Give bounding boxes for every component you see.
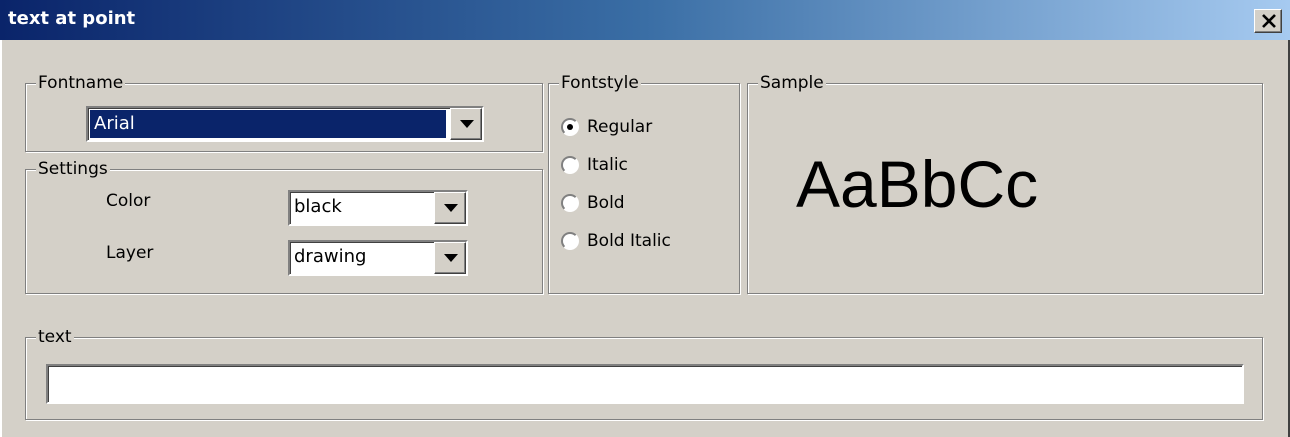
window-title: text at point	[8, 8, 136, 29]
settings-legend: Settings	[36, 158, 110, 180]
radio-label-italic: Italic	[587, 155, 628, 175]
fontname-select[interactable]: Arial	[86, 106, 484, 142]
color-dropdown-button[interactable]	[434, 192, 466, 224]
layer-dropdown-button[interactable]	[434, 242, 466, 274]
sample-legend: Sample	[758, 72, 826, 94]
fontname-legend: Fontname	[36, 72, 126, 94]
fontstyle-group: Fontstyle Regular Italic Bold Bold Itali…	[548, 72, 740, 294]
title-bar: text at point	[0, 0, 1290, 40]
dialog-body: Fontname Arial Settings Color black Laye…	[0, 40, 1290, 437]
fontstyle-legend: Fontstyle	[559, 72, 641, 94]
text-legend: text	[36, 326, 74, 348]
radio-label-regular: Regular	[587, 117, 653, 137]
color-label: Color	[106, 191, 151, 211]
sample-group: Sample AaBbCc	[747, 72, 1263, 294]
layer-label: Layer	[106, 243, 154, 263]
radio-label-bold: Bold	[587, 193, 625, 213]
color-value: black	[294, 196, 342, 217]
text-input[interactable]	[46, 364, 1244, 404]
fontname-value: Arial	[90, 110, 446, 138]
fontname-group: Fontname Arial	[25, 72, 543, 152]
radio-circle-bold[interactable]	[561, 194, 579, 212]
radio-circle-italic[interactable]	[561, 156, 579, 174]
radio-label-bold-italic: Bold Italic	[587, 231, 671, 251]
close-button[interactable]	[1254, 9, 1282, 33]
fontname-dropdown-button[interactable]	[450, 108, 482, 140]
close-x-icon	[1262, 14, 1276, 28]
layer-value: drawing	[294, 246, 367, 267]
color-select[interactable]: black	[288, 190, 468, 226]
radio-circle-bold-italic[interactable]	[561, 232, 579, 250]
text-group: text	[25, 326, 1263, 420]
sample-preview-text: AaBbCc	[796, 147, 1039, 221]
settings-group: Settings Color black Layer drawing	[25, 158, 543, 294]
radio-circle-regular[interactable]	[561, 118, 579, 136]
layer-select[interactable]: drawing	[288, 240, 468, 276]
